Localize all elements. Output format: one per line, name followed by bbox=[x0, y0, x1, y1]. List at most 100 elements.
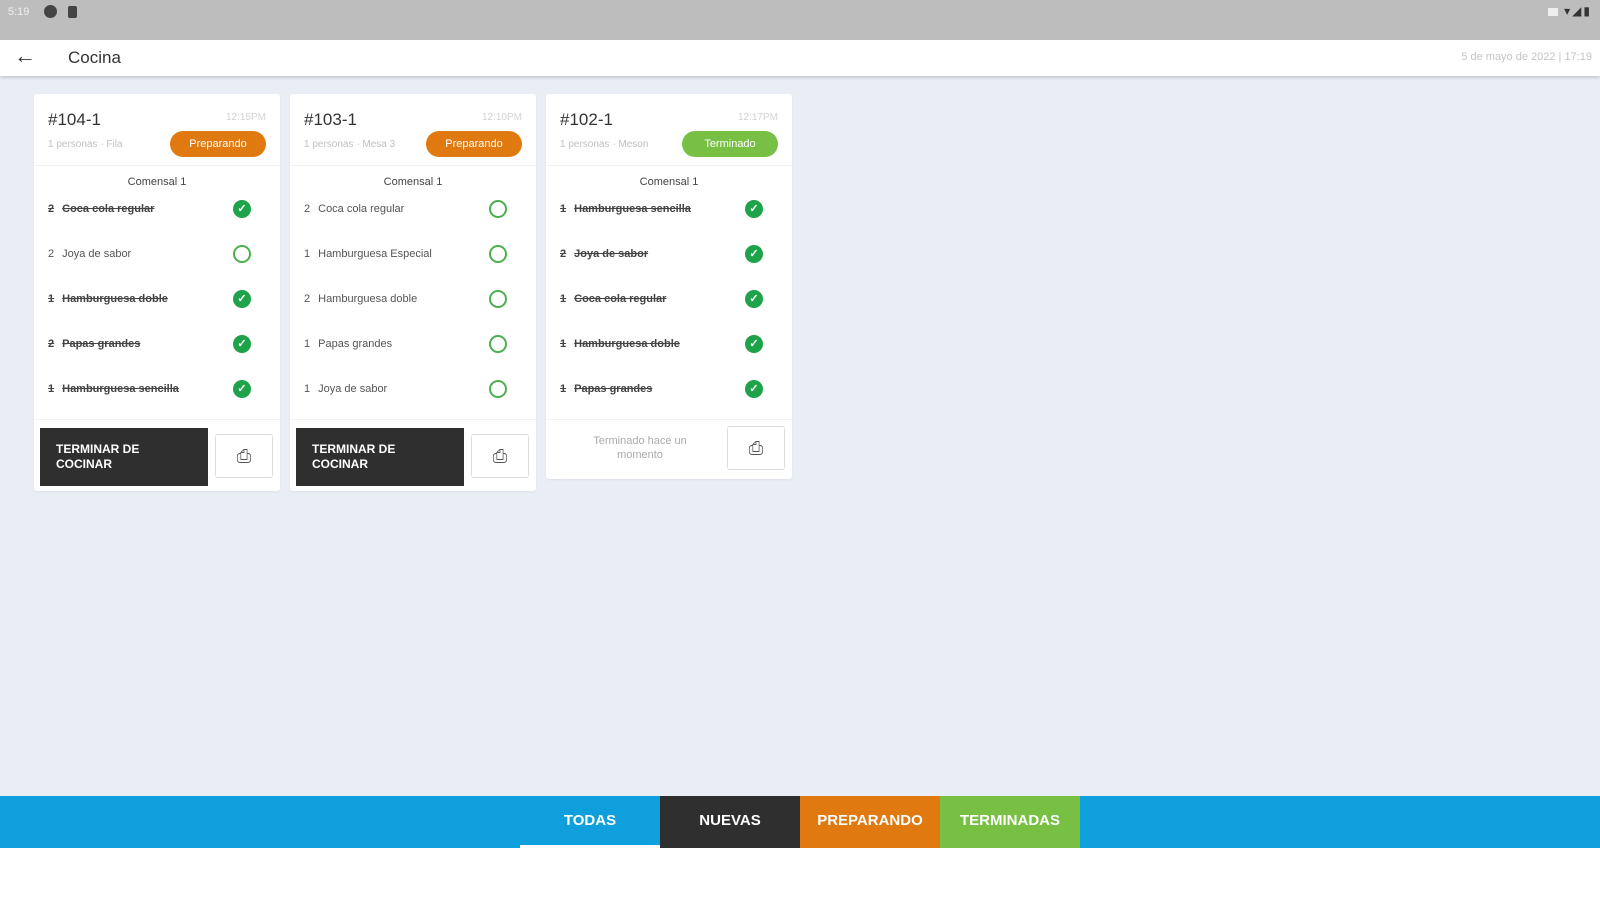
item-qty: 2 bbox=[304, 203, 311, 215]
empty-circle-icon[interactable] bbox=[489, 290, 507, 308]
tab-nuevas[interactable]: NUEVAS bbox=[660, 796, 800, 848]
print-button[interactable]: ⎙ bbox=[727, 426, 785, 470]
item-qty: 2 bbox=[48, 203, 55, 215]
battery-icon: ▮ bbox=[1583, 4, 1592, 18]
list-item[interactable]: 2 Coca cola regular ✓ bbox=[34, 194, 280, 239]
list-item[interactable]: 1 Hamburguesa doble ✓ bbox=[546, 329, 792, 374]
item-name: Joya de sabor bbox=[574, 248, 649, 260]
item-name: Hamburguesa Especial bbox=[318, 248, 432, 260]
item-qty: 1 bbox=[304, 338, 311, 350]
item-text: 2 Joya de sabor bbox=[560, 248, 648, 260]
tab-todas[interactable]: TODAS bbox=[520, 796, 660, 848]
item-text: 2 Coca cola regular bbox=[48, 203, 154, 215]
tab-preparando[interactable]: PREPARANDO bbox=[800, 796, 940, 848]
comensal-label: Comensal 1 bbox=[639, 176, 699, 188]
item-name: Coca cola regular bbox=[574, 293, 667, 305]
status-badge: Preparando bbox=[426, 131, 522, 157]
item-text: 1 Hamburguesa sencilla bbox=[48, 383, 179, 395]
check-circle-icon[interactable]: ✓ bbox=[745, 380, 763, 398]
list-item[interactable]: 2 Coca cola regular bbox=[290, 194, 536, 239]
empty-circle-icon[interactable] bbox=[489, 245, 507, 263]
signal-icon: ◢ bbox=[1572, 4, 1584, 18]
check-circle-icon[interactable]: ✓ bbox=[233, 380, 251, 398]
item-name: Hamburguesa doble bbox=[62, 293, 168, 305]
list-item[interactable]: 1 Hamburguesa Especial bbox=[290, 239, 536, 284]
item-name: Hamburguesa sencilla bbox=[62, 383, 179, 395]
item-qty: 1 bbox=[304, 248, 311, 260]
finished-ago-line1: Terminado hace un bbox=[593, 435, 687, 447]
system-icons: ▾◢▮ bbox=[1548, 4, 1592, 18]
check-circle-icon[interactable]: ✓ bbox=[745, 335, 763, 353]
item-name: Papas grandes bbox=[574, 383, 653, 395]
finished-ago-text: Terminado hace un momento bbox=[570, 434, 710, 462]
item-name: Papas grandes bbox=[318, 338, 393, 350]
item-text: 2 Hamburguesa doble bbox=[304, 293, 417, 305]
filter-tab-bar: TODAS NUEVAS PREPARANDO TERMINADAS bbox=[0, 796, 1600, 848]
order-id: #104-1 bbox=[48, 110, 101, 129]
order-footer: Terminado hace un momento ⎙ bbox=[546, 419, 792, 479]
list-item[interactable]: 2 Joya de sabor bbox=[34, 239, 280, 284]
empty-circle-icon[interactable] bbox=[233, 245, 251, 263]
order-id: #102-1 bbox=[560, 110, 613, 129]
empty-circle-icon[interactable] bbox=[489, 380, 507, 398]
item-name: Hamburguesa sencilla bbox=[574, 203, 691, 215]
item-text: 1 Hamburguesa doble bbox=[48, 293, 168, 305]
current-datetime: 5 de mayo de 2022 | 17:19 bbox=[1461, 51, 1592, 63]
printer-icon: ⎙ bbox=[236, 446, 252, 466]
page-title: Cocina bbox=[68, 48, 121, 67]
status-badge: Preparando bbox=[170, 131, 266, 157]
finish-label-line2: COCINAR bbox=[56, 457, 112, 471]
comensal-label: Comensal 1 bbox=[127, 176, 187, 188]
order-subtitle: 1 personas · Fila bbox=[48, 139, 123, 150]
item-name: Hamburguesa doble bbox=[318, 293, 418, 305]
list-item[interactable]: 1 Joya de sabor bbox=[290, 374, 536, 419]
order-header: #103-1 12:10PM 1 personas · Mesa 3 Prepa… bbox=[290, 94, 536, 166]
list-item[interactable]: 2 Hamburguesa doble bbox=[290, 284, 536, 329]
list-item[interactable]: 1 Coca cola regular ✓ bbox=[546, 284, 792, 329]
order-footer: TERMINAR DE COCINAR ⎙ bbox=[290, 419, 536, 491]
item-text: 1 Hamburguesa doble bbox=[560, 338, 680, 350]
empty-circle-icon[interactable] bbox=[489, 200, 507, 218]
order-card: #102-1 12:17PM 1 personas · Meson Termin… bbox=[546, 94, 792, 479]
list-item[interactable]: 1 Hamburguesa doble ✓ bbox=[34, 284, 280, 329]
check-circle-icon[interactable]: ✓ bbox=[233, 290, 251, 308]
empty-circle-icon[interactable] bbox=[489, 335, 507, 353]
tab-terminadas[interactable]: TERMINADAS bbox=[940, 796, 1080, 848]
list-item[interactable]: 1 Hamburguesa sencilla ✓ bbox=[34, 374, 280, 419]
check-circle-icon[interactable]: ✓ bbox=[745, 245, 763, 263]
item-qty: 1 bbox=[304, 383, 311, 395]
item-name: Coca cola regular bbox=[318, 203, 405, 215]
check-circle-icon[interactable]: ✓ bbox=[233, 335, 251, 353]
item-qty: 2 bbox=[48, 338, 55, 350]
order-subtitle: 1 personas · Meson bbox=[560, 139, 649, 150]
order-time: 12:17PM bbox=[737, 112, 778, 123]
item-name: Papas grandes bbox=[62, 338, 141, 350]
print-button[interactable]: ⎙ bbox=[471, 434, 529, 478]
item-qty: 2 bbox=[48, 248, 55, 260]
item-name: Coca cola regular bbox=[62, 203, 155, 215]
wifi-icon: ▾ bbox=[1564, 4, 1573, 18]
item-text: 2 Papas grandes bbox=[48, 338, 140, 350]
order-header: #102-1 12:17PM 1 personas · Meson Termin… bbox=[546, 94, 792, 166]
list-item[interactable]: 2 Joya de sabor ✓ bbox=[546, 239, 792, 284]
check-circle-icon[interactable]: ✓ bbox=[233, 200, 251, 218]
finish-cooking-button[interactable]: TERMINAR DE COCINAR bbox=[40, 428, 208, 486]
item-text: 2 Coca cola regular bbox=[304, 203, 404, 215]
item-text: 1 Papas grandes bbox=[560, 383, 652, 395]
finish-cooking-button[interactable]: TERMINAR DE COCINAR bbox=[296, 428, 464, 486]
order-header: #104-1 12:15PM 1 personas · Fila Prepara… bbox=[34, 94, 280, 166]
check-circle-icon[interactable]: ✓ bbox=[745, 290, 763, 308]
list-item[interactable]: 1 Hamburguesa sencilla ✓ bbox=[546, 194, 792, 239]
check-circle-icon[interactable]: ✓ bbox=[745, 200, 763, 218]
cast-icon bbox=[1548, 7, 1559, 16]
item-name: Joya de sabor bbox=[62, 248, 132, 260]
notification-icon bbox=[44, 5, 57, 18]
list-item[interactable]: 1 Papas grandes ✓ bbox=[546, 374, 792, 419]
arrow-left-icon[interactable]: ← bbox=[14, 43, 36, 69]
list-item[interactable]: 1 Papas grandes bbox=[290, 329, 536, 374]
list-item[interactable]: 2 Papas grandes ✓ bbox=[34, 329, 280, 374]
finish-label-line2: COCINAR bbox=[312, 457, 368, 471]
order-time: 12:10PM bbox=[481, 112, 522, 123]
print-button[interactable]: ⎙ bbox=[215, 434, 273, 478]
order-id: #103-1 bbox=[304, 110, 357, 129]
